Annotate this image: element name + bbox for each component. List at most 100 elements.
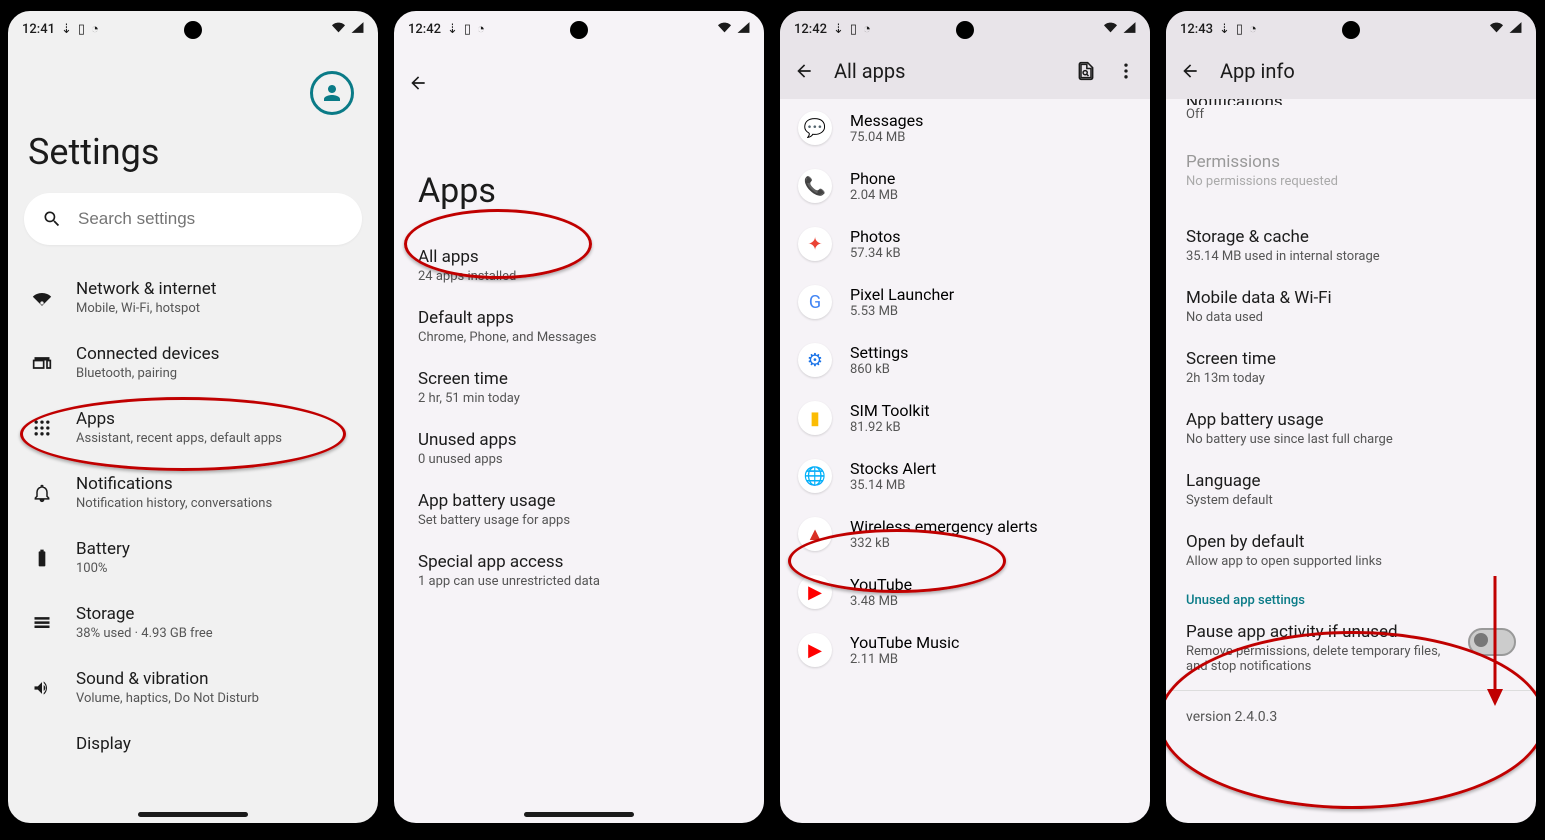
item-title: App battery usage <box>418 491 740 511</box>
header-row: App info <box>1166 43 1536 99</box>
storage-icon <box>32 613 52 633</box>
camera-hole <box>956 21 974 39</box>
app-row-pixel-launcher[interactable]: GPixel Launcher5.53 MB <box>780 273 1150 331</box>
app-size: 57.34 kB <box>850 246 901 261</box>
app-row-messages[interactable]: 💬Messages75.04 MB <box>780 99 1150 157</box>
app-icon: G <box>798 285 832 319</box>
item-battery-usage[interactable]: App battery usage Set battery usage for a… <box>394 479 764 540</box>
nav-pill[interactable] <box>524 812 634 817</box>
app-size: 75.04 MB <box>850 130 923 145</box>
item-sub: 38% used · 4.93 GB free <box>76 626 358 641</box>
back-arrow-icon[interactable] <box>408 73 428 93</box>
app-name: Settings <box>850 343 908 362</box>
volume-icon <box>32 678 52 698</box>
switch-off[interactable] <box>1468 628 1516 656</box>
item-sub: Chrome, Phone, and Messages <box>418 330 740 345</box>
item-title: Notifications <box>1186 99 1516 105</box>
item-unused-apps[interactable]: Unused apps 0 unused apps <box>394 418 764 479</box>
item-special-access[interactable]: Special app access1 app can use unrestri… <box>394 540 764 601</box>
clock-icon: ◔ <box>477 21 485 37</box>
item-app-battery[interactable]: App battery usage No battery use since l… <box>1166 398 1536 459</box>
item-sub: 0 unused apps <box>418 452 740 467</box>
item-storage[interactable]: Storage & cache 35.14 MB used in interna… <box>1166 215 1536 276</box>
item-default-apps[interactable]: Default apps Chrome, Phone, and Messages <box>394 296 764 357</box>
app-icon: 🌐 <box>798 459 832 493</box>
clock: 12:43 <box>1180 22 1213 37</box>
clock-icon: ◔ <box>1249 21 1257 37</box>
overflow-menu-icon[interactable] <box>1116 61 1136 81</box>
nav-pill[interactable] <box>138 812 248 817</box>
sd-icon: ▯ <box>78 22 85 37</box>
item-title: Screen time <box>1186 349 1516 369</box>
item-mobile-data[interactable]: Mobile data & Wi-Fi No data used <box>1166 276 1536 337</box>
app-size: 81.92 kB <box>850 420 930 435</box>
toggle-pause-activity[interactable]: Pause app activity if unused Remove perm… <box>1166 612 1536 684</box>
app-name: Photos <box>850 227 901 246</box>
page-title: All apps <box>834 59 1056 83</box>
item-notifications[interactable]: NotificationsNotification history, conve… <box>8 460 378 525</box>
item-title: Sound & vibration <box>76 669 358 689</box>
item-notifications-partial[interactable]: Notifications Off <box>1166 99 1536 122</box>
item-network[interactable]: Network & internetMobile, Wi-Fi, hotspot <box>8 265 378 330</box>
back-arrow-icon[interactable] <box>1180 61 1200 81</box>
sd-icon: ▯ <box>1236 22 1243 37</box>
phone-apps: 12:42 ⇣ ▯ ◔ Apps All apps24 apps install… <box>388 5 770 829</box>
item-title: Screen time <box>418 369 740 389</box>
search-in-page-icon[interactable] <box>1076 61 1096 81</box>
item-sub: No data used <box>1186 310 1516 325</box>
app-icon: ⚙ <box>798 343 832 377</box>
item-language[interactable]: Language System default <box>1166 459 1536 520</box>
app-name: Messages <box>850 111 923 130</box>
search-icon <box>42 209 62 229</box>
app-name: YouTube Music <box>850 633 959 652</box>
app-row-photos[interactable]: ✦ Photos57.34 kB <box>780 215 1150 273</box>
app-row-youtube[interactable]: ▶YouTube3.48 MB <box>780 563 1150 621</box>
app-row-stocks-alert[interactable]: 🌐Stocks Alert35.14 MB <box>780 447 1150 505</box>
item-connected-devices[interactable]: Connected devicesBluetooth, pairing <box>8 330 378 395</box>
camera-hole <box>184 21 202 39</box>
item-sound[interactable]: Sound & vibrationVolume, haptics, Do Not… <box>8 655 378 720</box>
search-input[interactable] <box>76 208 344 230</box>
item-title: Default apps <box>418 308 740 328</box>
item-open-default[interactable]: Open by default Allow app to open suppor… <box>1166 520 1536 581</box>
app-row-youtube-music[interactable]: ▶YouTube Music2.11 MB <box>780 621 1150 679</box>
item-display[interactable]: Display <box>8 720 378 754</box>
item-all-apps[interactable]: All apps24 apps installed <box>394 235 764 296</box>
profile-button[interactable] <box>310 71 354 115</box>
app-icon: ▮ <box>798 401 832 435</box>
app-icon: ▶ <box>798 575 832 609</box>
app-size: 2.04 MB <box>850 188 898 203</box>
item-screen-time[interactable]: Screen time 2h 13m today <box>1166 337 1536 398</box>
page-title: Apps <box>394 111 764 235</box>
bell-icon <box>32 483 52 503</box>
item-title: Storage <box>76 604 358 624</box>
page-title: Settings <box>8 43 378 193</box>
clock: 12:41 <box>22 22 55 37</box>
apps-grid-icon <box>32 418 52 438</box>
item-apps[interactable]: AppsAssistant, recent apps, default apps <box>8 395 378 460</box>
app-row-sim-toolkit[interactable]: ▮SIM Toolkit81.92 kB <box>780 389 1150 447</box>
item-title: Unused apps <box>418 430 740 450</box>
download-icon: ⇣ <box>447 22 458 37</box>
item-title: Open by default <box>1186 532 1516 552</box>
app-row-phone[interactable]: 📞Phone2.04 MB <box>780 157 1150 215</box>
app-name: YouTube <box>850 575 912 594</box>
app-row-settings[interactable]: ⚙Settings860 kB <box>780 331 1150 389</box>
toggle-sub: Remove permissions, delete temporary fil… <box>1186 644 1454 674</box>
item-sub: Set battery usage for apps <box>418 513 740 528</box>
item-sub: No battery use since last full charge <box>1186 432 1516 447</box>
app-icon: ✦ <box>798 227 832 261</box>
signal-icon <box>1509 21 1522 38</box>
header-row: All apps <box>780 43 1150 99</box>
app-size: 35.14 MB <box>850 478 936 493</box>
search-bar[interactable] <box>24 193 362 245</box>
devices-icon <box>32 353 52 373</box>
item-storage[interactable]: Storage 38% used · 4.93 GB free <box>8 590 378 655</box>
item-sub: Notification history, conversations <box>76 496 358 511</box>
app-row-wireless-emergency-alerts[interactable]: ▲Wireless emergency alerts332 kB <box>780 505 1150 563</box>
back-arrow-icon[interactable] <box>794 61 814 81</box>
clock-icon: ◔ <box>863 21 871 37</box>
app-size: 5.53 MB <box>850 304 954 319</box>
item-screen-time[interactable]: Screen time2 hr, 51 min today <box>394 357 764 418</box>
item-battery[interactable]: Battery100% <box>8 525 378 590</box>
